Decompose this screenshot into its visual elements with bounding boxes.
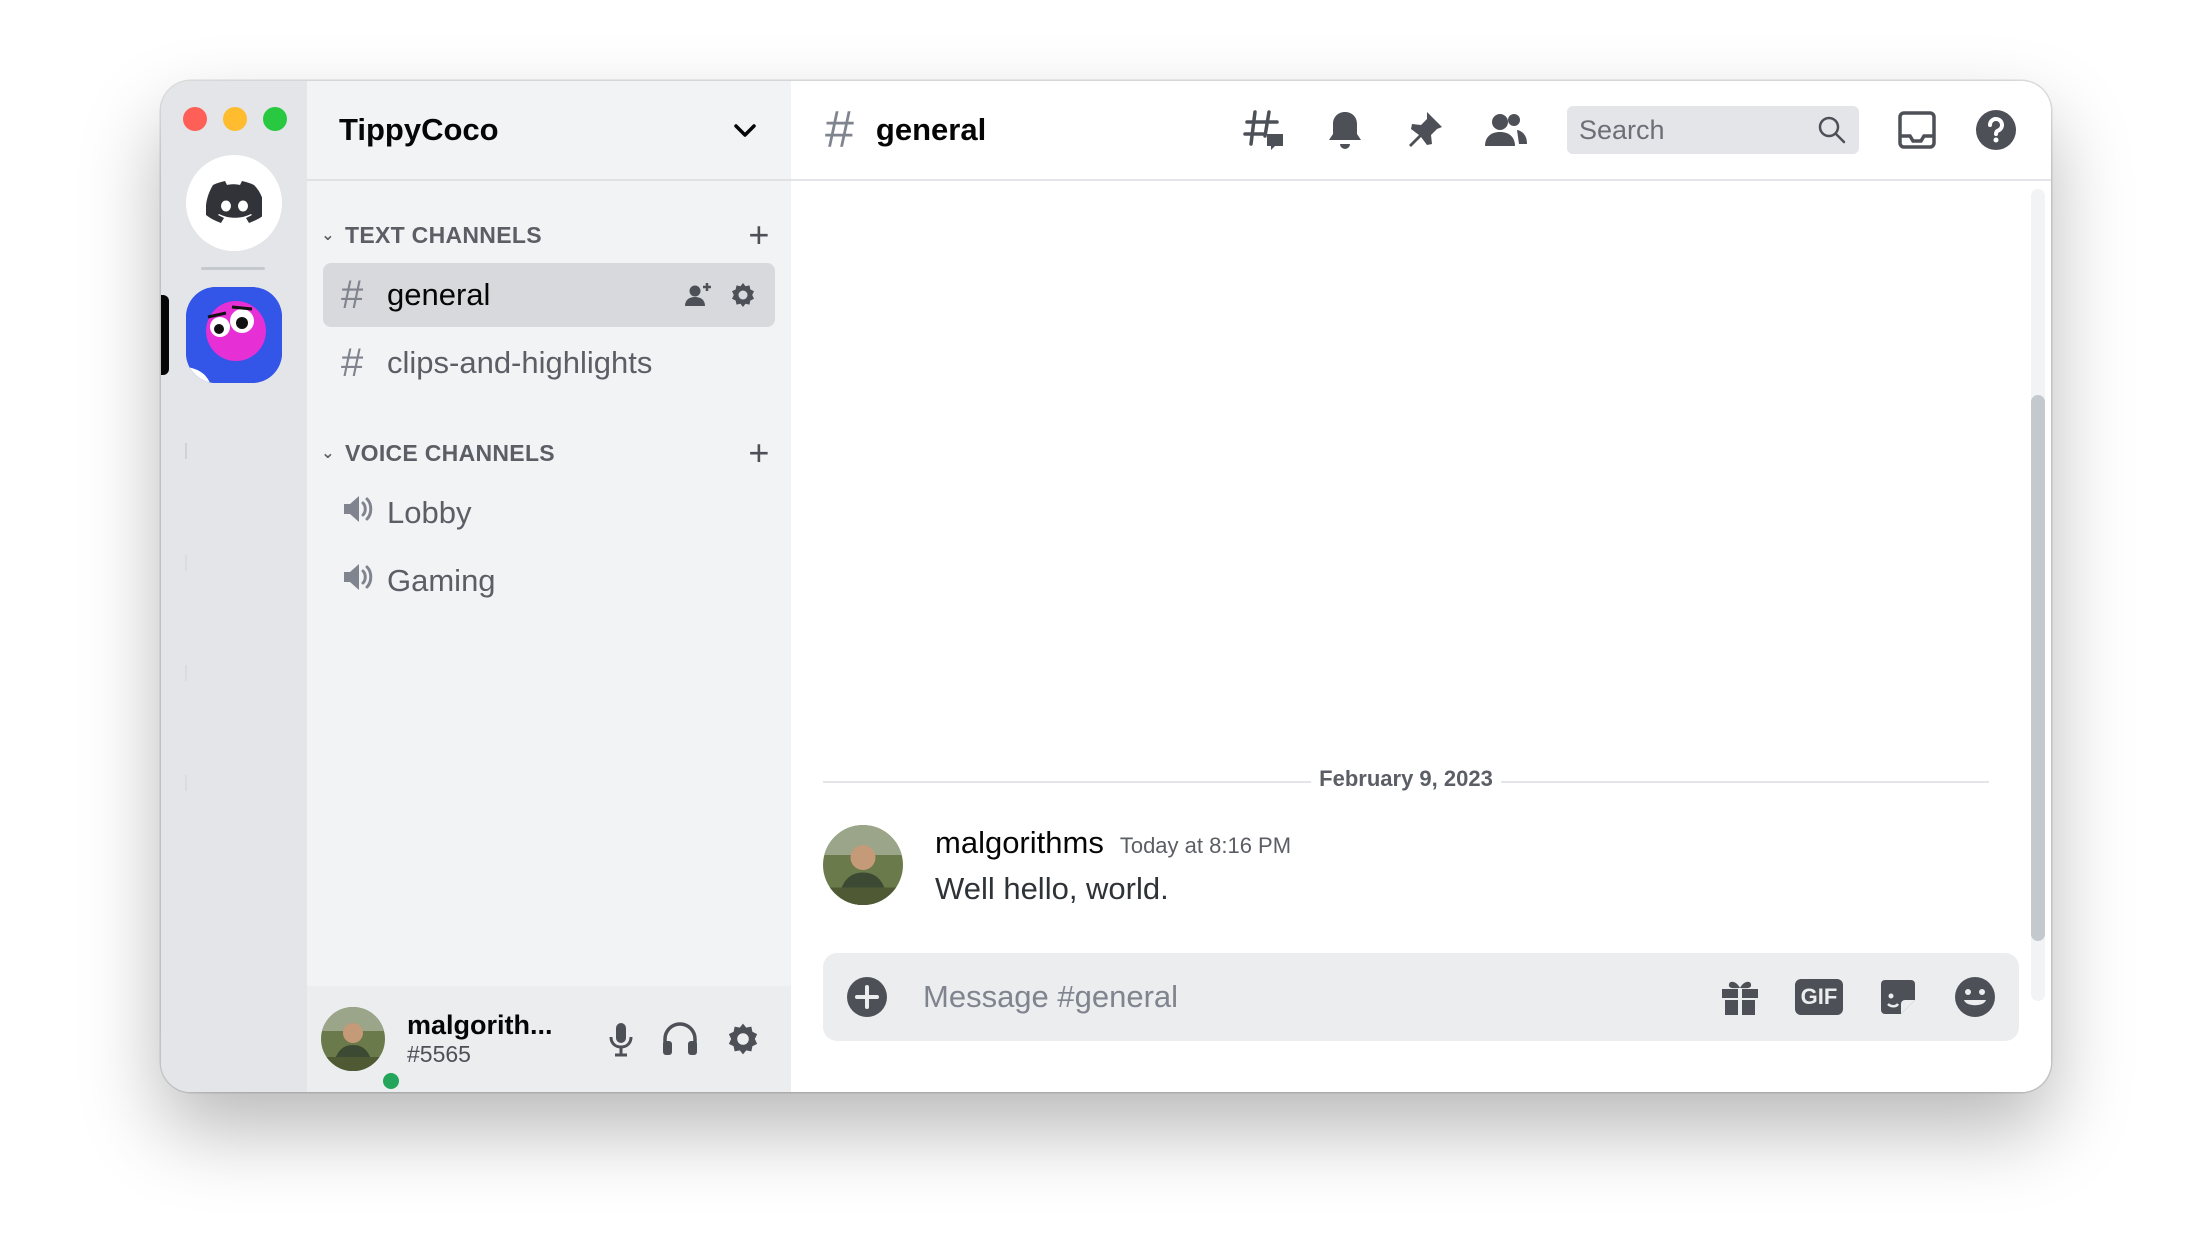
rail-tick bbox=[185, 555, 187, 571]
add-channel-icon[interactable]: + bbox=[741, 435, 777, 471]
help-icon[interactable] bbox=[1975, 109, 2017, 151]
user-panel: malgorith... #5565 bbox=[307, 986, 791, 1092]
headphones-icon[interactable] bbox=[661, 1021, 699, 1057]
user-avatar-wrap[interactable] bbox=[321, 1007, 403, 1092]
window-controls bbox=[183, 107, 287, 131]
invite-icon[interactable] bbox=[683, 280, 713, 310]
inbox-icon[interactable] bbox=[1897, 110, 1937, 150]
hash-icon: # bbox=[341, 272, 364, 317]
emoji-icon[interactable] bbox=[1953, 975, 1997, 1019]
avatar[interactable] bbox=[823, 825, 903, 905]
scrollbar-thumb[interactable] bbox=[2031, 395, 2045, 941]
pin-icon[interactable] bbox=[1403, 109, 1445, 151]
online-status-indicator bbox=[379, 1069, 403, 1092]
message-composer: GIF bbox=[823, 953, 2019, 1041]
user-info[interactable]: malgorith... #5565 bbox=[407, 1010, 607, 1067]
home-button[interactable] bbox=[186, 155, 282, 251]
close-window-button[interactable] bbox=[183, 107, 207, 131]
channel-clips-and-highlights[interactable]: # clips-and-highlights bbox=[323, 331, 775, 395]
discord-home-icon bbox=[206, 181, 262, 223]
threads-icon[interactable] bbox=[1243, 108, 1287, 152]
chevron-down-icon: ⌄ bbox=[321, 227, 335, 244]
username: malgorith... bbox=[407, 1010, 553, 1041]
server-header[interactable]: TippyCoco bbox=[307, 81, 791, 181]
category-text-channels[interactable]: ⌄ TEXT CHANNELS + bbox=[317, 215, 777, 255]
minimize-window-button[interactable] bbox=[223, 107, 247, 131]
channel-label: Gaming bbox=[387, 563, 496, 598]
rail-tick bbox=[185, 443, 187, 459]
speaker-icon bbox=[341, 559, 387, 604]
voice-channel-lobby[interactable]: Lobby bbox=[323, 481, 775, 545]
search-input[interactable] bbox=[1579, 114, 1779, 146]
category-label: TEXT CHANNELS bbox=[345, 221, 542, 248]
app-window: TippyCoco ⌄ TEXT CHANNELS + # general # … bbox=[161, 81, 2051, 1092]
add-channel-icon[interactable]: + bbox=[741, 217, 777, 253]
avatar bbox=[321, 1007, 385, 1071]
tippycoco-logo-icon bbox=[186, 287, 282, 383]
hash-icon: # bbox=[341, 340, 364, 385]
voice-channel-gaming[interactable]: Gaming bbox=[323, 549, 775, 613]
chevron-down-icon: ⌄ bbox=[321, 445, 335, 462]
user-controls bbox=[607, 1021, 761, 1057]
bell-icon[interactable] bbox=[1325, 109, 1365, 151]
server-rail bbox=[161, 81, 307, 1092]
zoom-window-button[interactable] bbox=[263, 107, 287, 131]
search-icon bbox=[1818, 116, 1846, 144]
rail-tick bbox=[185, 665, 187, 681]
message[interactable]: malgorithms Today at 8:16 PM Well hello,… bbox=[823, 825, 1291, 907]
search-bar[interactable] bbox=[1567, 106, 1859, 154]
date-divider: February 9, 2023 bbox=[823, 766, 1989, 792]
members-icon[interactable] bbox=[1483, 110, 1529, 150]
gear-icon[interactable] bbox=[729, 281, 757, 309]
mic-icon[interactable] bbox=[607, 1021, 635, 1057]
category-voice-channels[interactable]: ⌄ VOICE CHANNELS + bbox=[317, 433, 777, 473]
channel-sidebar: TippyCoco ⌄ TEXT CHANNELS + # general # … bbox=[307, 81, 791, 1092]
hash-icon: # bbox=[825, 101, 854, 159]
gif-button[interactable]: GIF bbox=[1795, 979, 1843, 1015]
channel-title: general bbox=[875, 112, 987, 147]
channel-label: clips-and-highlights bbox=[387, 345, 653, 380]
user-discriminator: #5565 bbox=[407, 1041, 471, 1068]
add-attachment-icon[interactable] bbox=[845, 975, 889, 1019]
selected-server-indicator bbox=[161, 295, 169, 375]
gift-icon[interactable] bbox=[1719, 976, 1761, 1018]
server-name: TippyCoco bbox=[339, 112, 499, 147]
chat-area: # general February 9, 2023 bbox=[791, 81, 2051, 1092]
channel-label: Lobby bbox=[387, 495, 472, 530]
chevron-down-icon bbox=[734, 124, 756, 137]
channel-topbar: # general bbox=[791, 81, 2051, 181]
rail-tick bbox=[185, 775, 187, 791]
channel-general[interactable]: # general bbox=[323, 263, 775, 327]
message-timestamp: Today at 8:16 PM bbox=[1119, 833, 1292, 858]
channel-label: general bbox=[387, 277, 491, 312]
rail-separator bbox=[201, 267, 265, 270]
date-divider-label: February 9, 2023 bbox=[1311, 766, 1501, 792]
messages-scrollbar[interactable] bbox=[2031, 189, 2045, 1001]
user-settings-gear-icon[interactable] bbox=[725, 1021, 761, 1057]
category-label: VOICE CHANNELS bbox=[345, 439, 555, 466]
message-text: Well hello, world. bbox=[935, 871, 1169, 906]
server-icon-tippycoco[interactable] bbox=[186, 287, 282, 383]
message-input[interactable] bbox=[923, 979, 1719, 1015]
speaker-icon bbox=[341, 491, 387, 536]
sticker-icon[interactable] bbox=[1877, 976, 1919, 1018]
message-author[interactable]: malgorithms bbox=[935, 825, 1104, 861]
